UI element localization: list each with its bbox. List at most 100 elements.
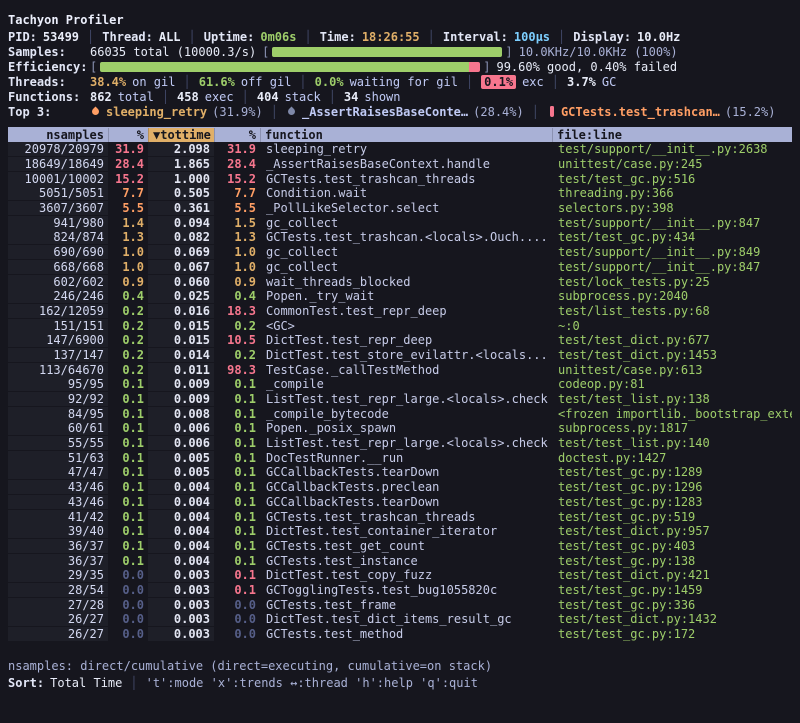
tottime-cell: 0.014 xyxy=(148,348,214,362)
file-line-cell: unittest/case.py:613 xyxy=(552,363,792,377)
file-line-cell: test/test_gc.py:519 xyxy=(552,510,792,524)
file-line-cell: test/test_gc.py:1283 xyxy=(552,495,792,509)
nsamples-cell: 26/27 xyxy=(8,627,108,641)
top-function-3-name[interactable]: GCTests.test_trashcan… xyxy=(561,105,720,119)
profiler-terminal: Tachyon Profiler PID: 53499 │ Thread: AL… xyxy=(0,0,800,691)
thread-value[interactable]: ALL xyxy=(159,30,181,44)
separator: │ xyxy=(299,75,306,89)
cumulative-pct-cell: 28.4 xyxy=(214,157,260,171)
separator: │ xyxy=(532,105,539,119)
profile-table: nsamples % ▼tottime % function file:line… xyxy=(8,127,792,641)
tottime-cell: 0.004 xyxy=(148,495,214,509)
functions-stack-count: 404 xyxy=(257,90,279,104)
table-row: 668/6681.00.0671.0gc_collecttest/support… xyxy=(8,260,792,275)
direct-pct-cell: 7.7 xyxy=(108,186,148,200)
nsamples-cell: 60/61 xyxy=(8,421,108,435)
file-line-cell: test/support/__init__.py:847 xyxy=(552,216,792,230)
cumulative-pct-cell: 18.3 xyxy=(214,304,260,318)
column-header-tottime[interactable]: ▼tottime xyxy=(148,128,214,142)
column-header-direct-pct[interactable]: % xyxy=(108,128,148,142)
top-function-2-name[interactable]: _AssertRaisesBaseConte… xyxy=(302,105,468,119)
function-cell: GCCallbackTests.tearDown xyxy=(260,495,552,509)
table-row: 162/120590.20.01618.3CommonTest.test_rep… xyxy=(8,304,792,319)
direct-pct-cell: 0.2 xyxy=(108,363,148,377)
samples-line: Samples: 66035 total (10000.3/s) [ ] 10.… xyxy=(8,44,792,59)
function-cell: GCTests.test_trashcan.<locals>.Ouch.... xyxy=(260,230,552,244)
nsamples-cell: 27/28 xyxy=(8,598,108,612)
file-line-cell: <frozen importlib._bootstrap_external xyxy=(552,407,792,421)
interval-label: Interval: xyxy=(443,30,508,44)
direct-pct-cell: 0.0 xyxy=(108,598,148,612)
separator: │ xyxy=(558,30,565,44)
nsamples-legend: nsamples: direct/cumulative (direct=exec… xyxy=(8,659,492,673)
cumulative-pct-cell: 0.1 xyxy=(214,480,260,494)
function-cell: DictTest.test_repr_deep xyxy=(260,333,552,347)
direct-pct-cell: 0.0 xyxy=(108,612,148,626)
table-row: 246/2460.40.0250.4Popen._try_waitsubproc… xyxy=(8,289,792,304)
table-row: 690/6901.00.0691.0gc_collecttest/support… xyxy=(8,245,792,260)
nsamples-cell: 36/37 xyxy=(8,554,108,568)
tottime-cell: 0.094 xyxy=(148,216,214,230)
file-line-cell: test/test_dict.py:957 xyxy=(552,524,792,538)
file-line-cell: doctest.py:1427 xyxy=(552,451,792,465)
nsamples-cell: 246/246 xyxy=(8,289,108,303)
file-line-cell: test/test_gc.py:403 xyxy=(552,539,792,553)
column-header-nsamples[interactable]: nsamples xyxy=(8,128,108,142)
cumulative-pct-cell: 0.1 xyxy=(214,436,260,450)
tottime-cell: 0.009 xyxy=(148,377,214,391)
app-title: Tachyon Profiler xyxy=(8,13,124,27)
separator: │ xyxy=(242,90,249,104)
function-cell: GCTests.test_instance xyxy=(260,554,552,568)
cumulative-pct-cell: 0.1 xyxy=(214,421,260,435)
function-cell: <GC> xyxy=(260,319,552,333)
tottime-cell: 0.004 xyxy=(148,524,214,538)
file-line-cell: subprocess.py:1817 xyxy=(552,421,792,435)
file-line-cell: test/test_dict.py:1453 xyxy=(552,348,792,362)
sort-value: Total Time xyxy=(50,676,122,690)
tottime-cell: 0.015 xyxy=(148,333,214,347)
table-row: 43/460.10.0040.1GCCallbackTests.tearDown… xyxy=(8,495,792,510)
table-row: 27/280.00.0030.0GCTests.test_frametest/t… xyxy=(8,597,792,612)
functions-shown-name: shown xyxy=(364,90,400,104)
threads-on-gil-name: on gil xyxy=(132,75,175,89)
column-header-function[interactable]: function xyxy=(260,128,552,142)
nsamples-cell: 941/980 xyxy=(8,216,108,230)
table-row: 95/950.10.0090.1_compilecodeop.py:81 xyxy=(8,377,792,392)
top3-line: Top 3: sleeping_retry (31.9%) │ _AssertR… xyxy=(8,104,792,119)
column-header-cumulative-pct[interactable]: % xyxy=(214,128,260,142)
tottime-cell: 0.082 xyxy=(148,230,214,244)
status-bar: Sort: Total Time │ 't':mode 'x':trends ↔… xyxy=(8,674,792,691)
separator: │ xyxy=(87,30,94,44)
functions-shown-count: 34 xyxy=(344,90,358,104)
threads-exc-value: 0.1% xyxy=(481,75,516,89)
column-header-file-line[interactable]: file:line xyxy=(552,128,792,142)
cumulative-pct-cell: 0.1 xyxy=(214,495,260,509)
cumulative-pct-cell: 1.0 xyxy=(214,245,260,259)
cumulative-pct-cell: 0.2 xyxy=(214,348,260,362)
direct-pct-cell: 0.1 xyxy=(108,510,148,524)
function-cell: Condition.wait xyxy=(260,186,552,200)
tottime-cell: 0.025 xyxy=(148,289,214,303)
top-function-1-name[interactable]: sleeping_retry xyxy=(106,105,207,119)
direct-pct-cell: 1.4 xyxy=(108,216,148,230)
nsamples-cell: 668/668 xyxy=(8,260,108,274)
efficiency-summary: 99.60% good, 0.40% failed xyxy=(496,60,677,74)
direct-pct-cell: 0.1 xyxy=(108,421,148,435)
direct-pct-cell: 0.2 xyxy=(108,348,148,362)
direct-pct-cell: 0.1 xyxy=(108,524,148,538)
cumulative-pct-cell: 0.0 xyxy=(214,612,260,626)
direct-pct-cell: 0.1 xyxy=(108,554,148,568)
functions-stack-name: stack xyxy=(285,90,321,104)
file-line-cell: test/test_list.py:138 xyxy=(552,392,792,406)
file-line-cell: subprocess.py:2040 xyxy=(552,289,792,303)
flame-icon xyxy=(287,106,297,116)
tottime-cell: 0.008 xyxy=(148,407,214,421)
tottime-cell: 0.005 xyxy=(148,451,214,465)
samples-rate: 10.0KHz/10.0KHz (100%) xyxy=(519,45,678,59)
separator: │ xyxy=(552,75,559,89)
function-cell: _compile_bytecode xyxy=(260,407,552,421)
tottime-cell: 1.000 xyxy=(148,172,214,186)
separator: │ xyxy=(189,30,196,44)
direct-pct-cell: 0.4 xyxy=(108,289,148,303)
nsamples-cell: 690/690 xyxy=(8,245,108,259)
